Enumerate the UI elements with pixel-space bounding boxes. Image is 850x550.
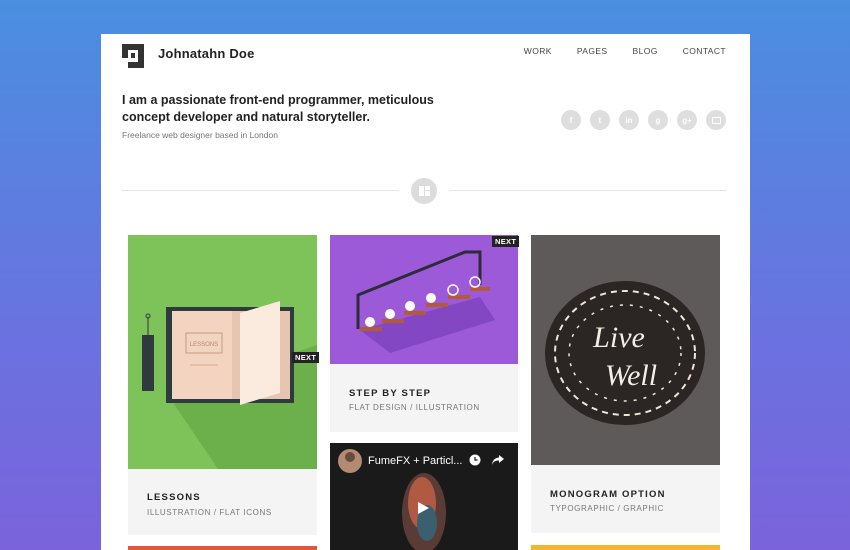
card-title[interactable]: LESSONS: [147, 492, 201, 503]
clock-icon[interactable]: [469, 454, 481, 466]
card-title[interactable]: MONOGRAM OPTION: [550, 489, 666, 500]
portfolio-card-partial[interactable]: [128, 546, 317, 550]
intro-subline: Freelance web designer based in London: [122, 130, 278, 140]
intro-headline: I am a passionate front-end programmer, …: [122, 93, 434, 124]
divider-right: [449, 190, 726, 191]
nav-item-contact[interactable]: CONTACT: [683, 46, 726, 56]
twitter-icon[interactable]: t: [590, 110, 610, 130]
portfolio-card-step-by-step[interactable]: NEXT STEP BY STEP FLAT DESIGN / ILLUSTRA…: [330, 235, 520, 432]
facebook-icon[interactable]: f: [561, 110, 581, 130]
video-title[interactable]: FumeFX + Particl...: [368, 455, 462, 467]
card-categories: ILLUSTRATION / FLAT ICONS: [147, 508, 272, 517]
card-categories: TYPOGRAPHIC / GRAPHIC: [550, 504, 664, 513]
monogram-line-2: Well: [605, 359, 657, 392]
monogram-artwork: Live Well: [545, 281, 705, 425]
book-label: LESSONS: [190, 342, 218, 348]
divider-left: [122, 190, 399, 191]
next-badge: NEXT: [492, 236, 520, 247]
card-title[interactable]: STEP BY STEP: [349, 388, 431, 399]
monogram-thumbnail: Live Well: [531, 235, 720, 465]
video-embed[interactable]: FumeFX + Particl...: [330, 443, 518, 550]
logo-mark-icon[interactable]: [122, 44, 144, 68]
nav-item-pages[interactable]: PAGES: [577, 46, 608, 56]
stairs-illustration: [356, 250, 495, 353]
nav-item-blog[interactable]: BLOG: [633, 46, 658, 56]
monogram-line-1: Live: [592, 321, 645, 354]
step-thumbnail: NEXT: [330, 235, 520, 364]
lessons-thumbnail: LESSONS NEXT: [128, 235, 320, 469]
portfolio-card-lessons[interactable]: LESSONS NEXT LESSONS ILLUSTRATION / FLAT…: [128, 235, 320, 535]
card-categories: FLAT DESIGN / ILLUSTRATION: [349, 403, 480, 412]
nav-item-work[interactable]: WORK: [524, 46, 552, 56]
mail-icon[interactable]: [706, 110, 726, 130]
linkedin-icon[interactable]: in: [619, 110, 639, 130]
share-icon[interactable]: [491, 454, 505, 466]
play-icon[interactable]: [416, 501, 430, 515]
grid-icon[interactable]: [411, 178, 437, 204]
social-links: f t in g g+: [561, 110, 726, 130]
book-illustration: LESSONS: [142, 301, 317, 469]
next-badge: NEXT: [292, 352, 320, 363]
page-container: Johnatahn Doe WORK PAGES BLOG CONTACT I …: [101, 34, 750, 550]
google-icon[interactable]: g: [648, 110, 668, 130]
google-plus-icon[interactable]: g+: [677, 110, 697, 130]
portfolio-card-partial[interactable]: [531, 545, 720, 550]
brand-name[interactable]: Johnatahn Doe: [158, 46, 255, 61]
portfolio-card-monogram[interactable]: Live Well MONOGRAM OPTION TYPOGRAPHIC / …: [531, 235, 720, 533]
main-nav: WORK PAGES BLOG CONTACT: [499, 46, 726, 56]
